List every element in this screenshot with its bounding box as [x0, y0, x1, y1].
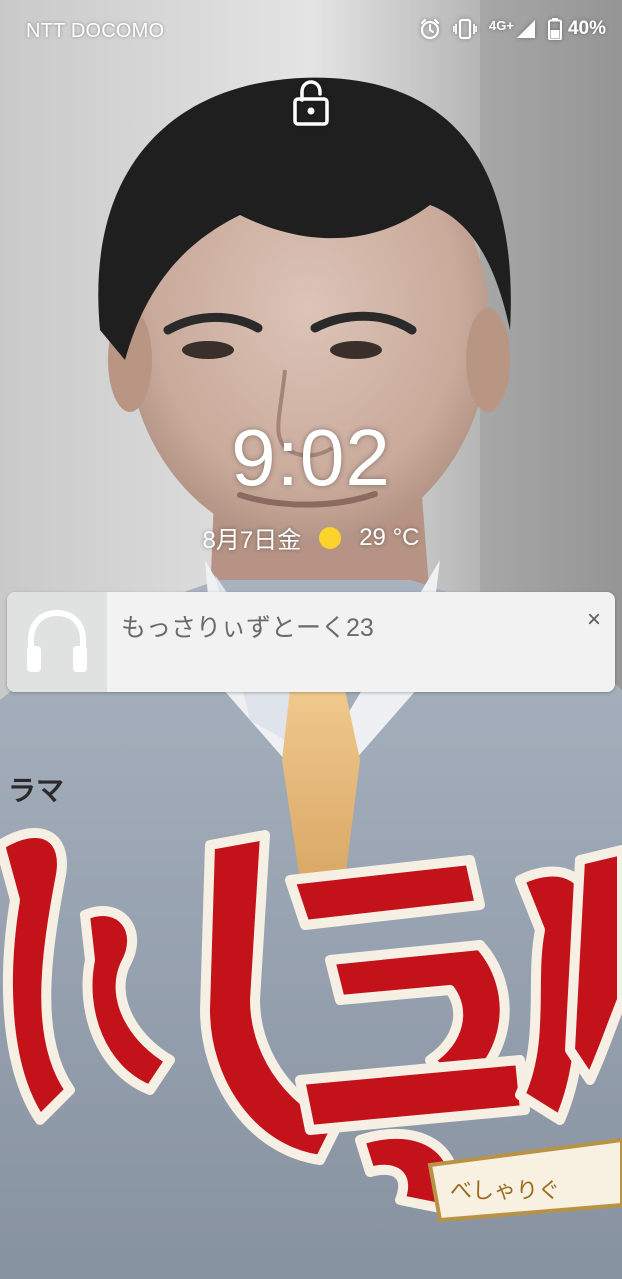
- notification-icon-area: [7, 592, 107, 692]
- carrier-name: NTT DOCOMO: [26, 20, 165, 42]
- notification-title: もっさりぃずとーく23: [121, 614, 374, 642]
- lock-screen: べしゃりぐ ラマ NTT DOCOMO 4G+ 40% 9:02 8月7日金 2…: [0, 0, 622, 1279]
- alarm-icon: [420, 18, 440, 40]
- network-indicator: 4G+: [489, 18, 536, 39]
- sun-icon: [319, 526, 342, 549]
- lock-screen-clock: 9:02: [231, 413, 391, 502]
- battery-icon: [547, 18, 562, 40]
- headphones-icon: [27, 609, 87, 672]
- date-weather-row: 8月7日金 29 °C: [0, 520, 622, 555]
- svg-text:べしゃりぐ: べしゃりぐ: [450, 1179, 560, 1204]
- vibrate-icon: [453, 18, 478, 40]
- status-icons: 4G+ 40%: [419, 18, 606, 40]
- media-notification[interactable]: もっさりぃずとーく23 ×: [7, 592, 615, 692]
- lock-open-icon[interactable]: [293, 80, 329, 126]
- temperature-text: 29 °C: [359, 523, 420, 551]
- svg-text:ラマ: ラマ: [8, 774, 64, 807]
- battery-percent: 40%: [567, 18, 606, 39]
- close-icon[interactable]: ×: [587, 606, 601, 634]
- status-bar: NTT DOCOMO 4G+ 40%: [0, 0, 622, 64]
- signal-icon: [516, 20, 535, 38]
- network-type: 4G+: [489, 18, 514, 33]
- date-text: 8月7日金: [202, 527, 302, 554]
